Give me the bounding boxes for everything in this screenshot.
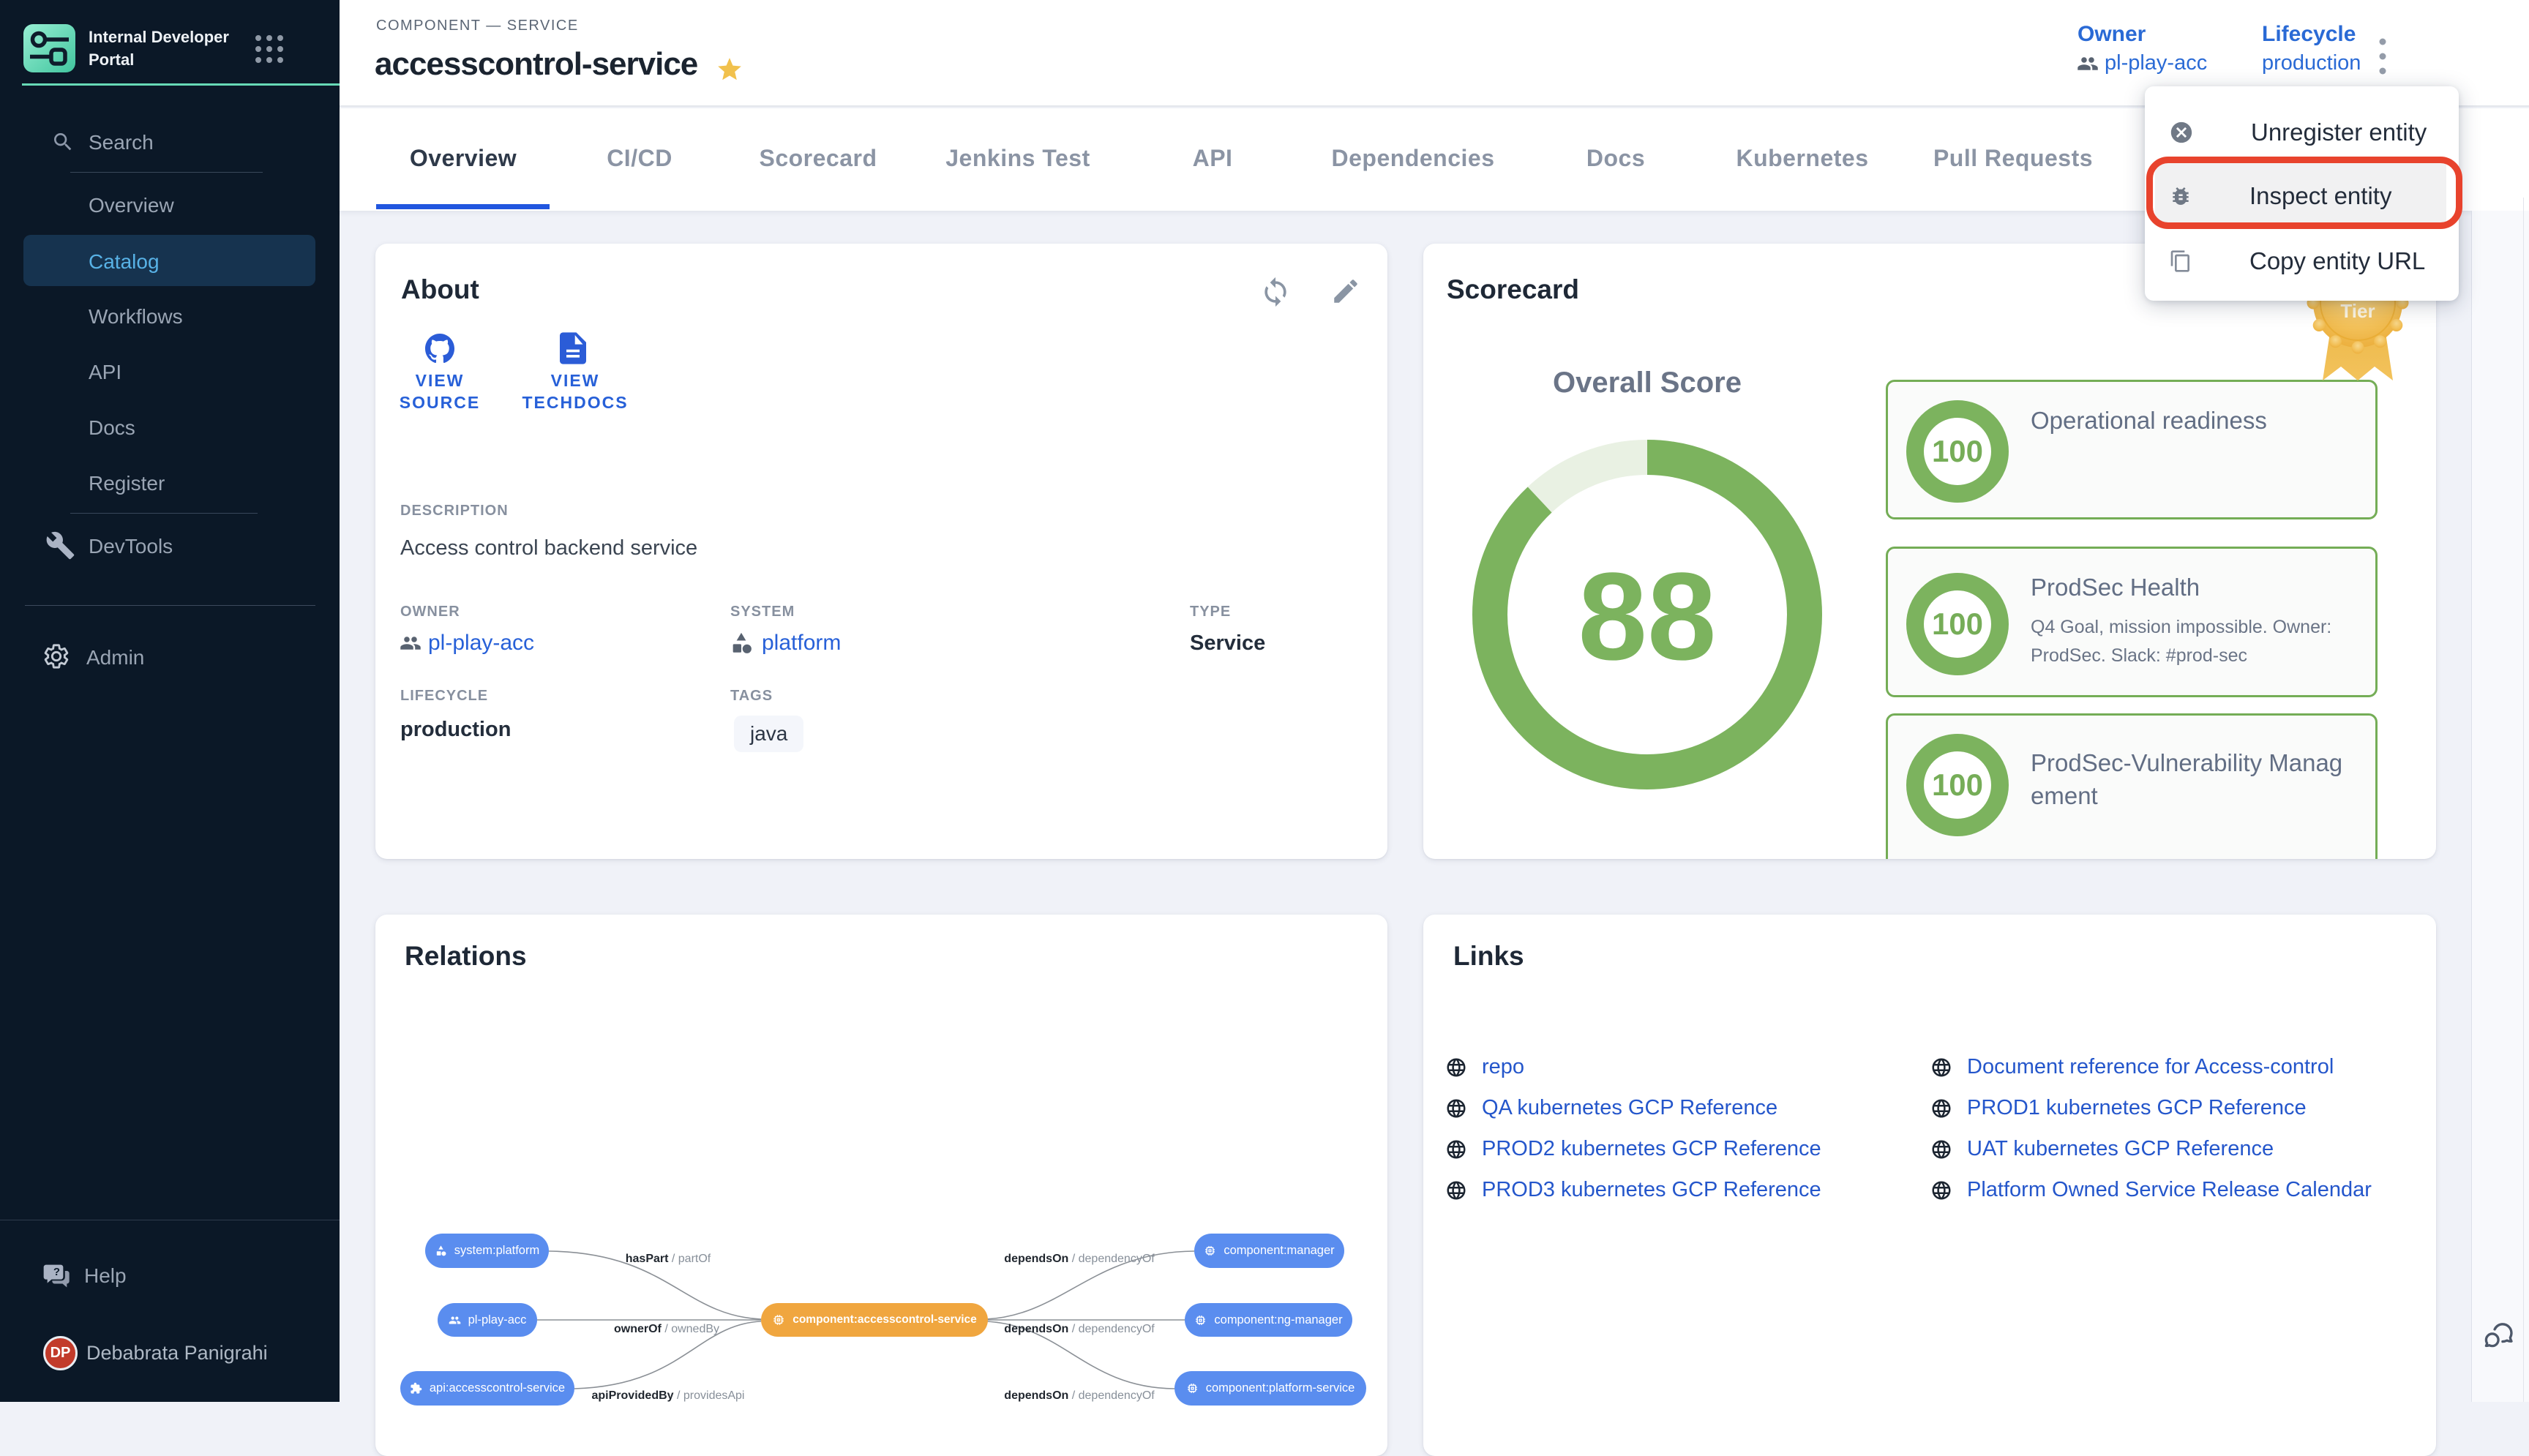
svg-text:88: 88 [1578, 547, 1716, 686]
svg-text:?: ? [53, 1266, 60, 1278]
svg-text:Tier: Tier [2340, 300, 2375, 322]
